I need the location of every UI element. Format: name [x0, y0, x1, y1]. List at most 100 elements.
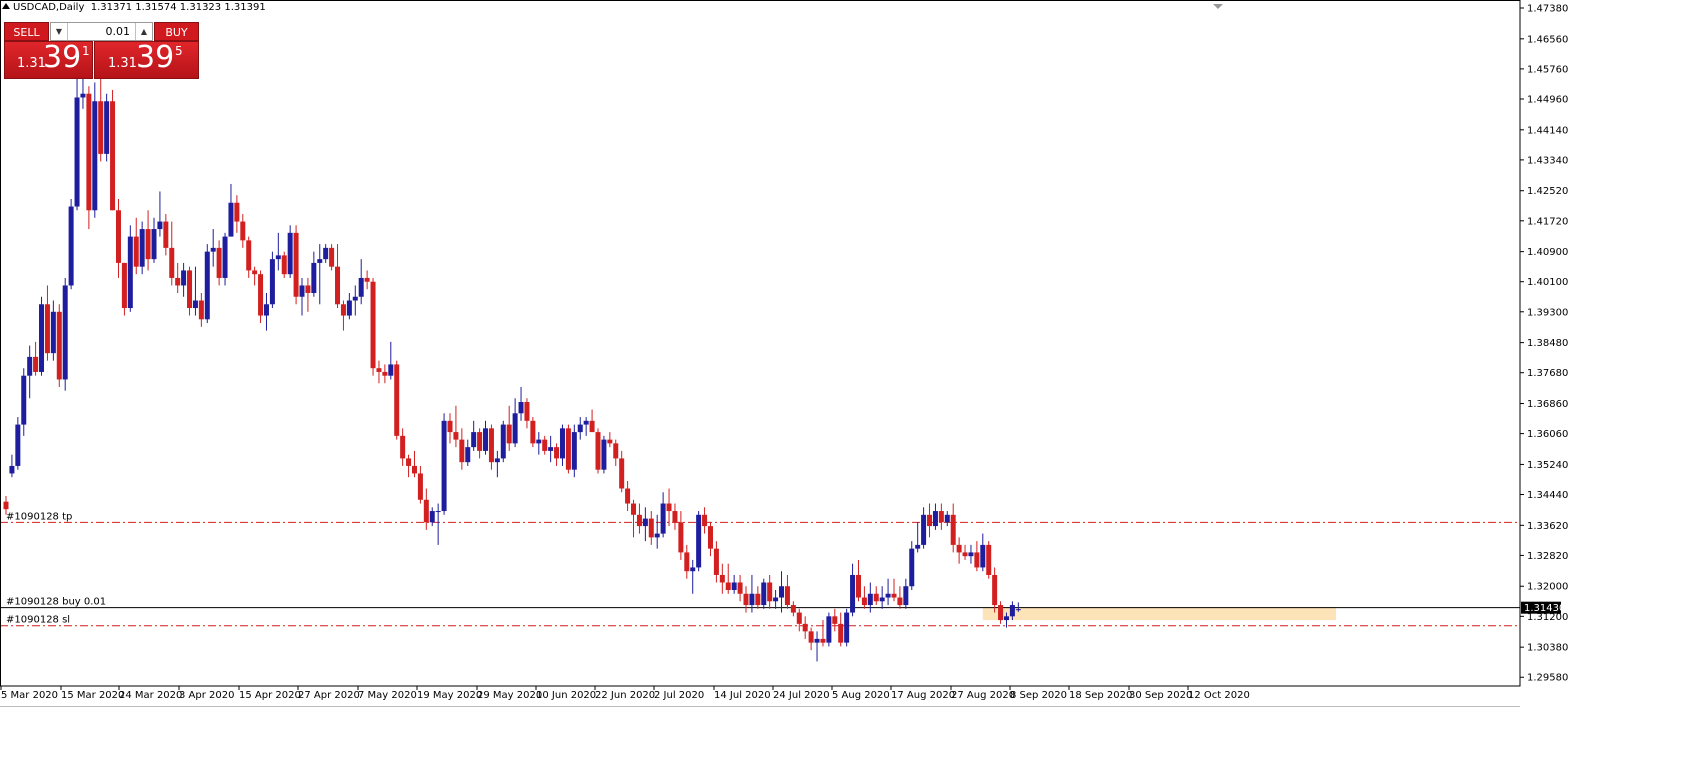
sell-price-box[interactable]: 1.31 39 1 [4, 40, 93, 79]
candle [927, 503, 933, 538]
candle [767, 574, 773, 609]
candle-body [382, 371, 388, 376]
candle-body [719, 574, 725, 583]
candle-body [524, 402, 530, 421]
candle [666, 488, 672, 527]
y-tick-label: 1.47380 [1527, 4, 1568, 15]
lot-decrease-icon[interactable]: ▼ [51, 23, 68, 40]
candle [938, 503, 944, 530]
candle [790, 601, 796, 617]
lot-size-stepper[interactable]: ▼ ▲ [50, 22, 153, 41]
candle [968, 544, 974, 564]
candle-body [921, 514, 927, 545]
candle [204, 244, 210, 324]
candle [21, 368, 27, 436]
candle-body [335, 266, 341, 305]
buy-price-pips: 39 [136, 40, 175, 75]
candle [690, 559, 696, 594]
candle [607, 432, 613, 448]
candle-body [631, 503, 637, 515]
candle [335, 244, 341, 309]
candle-body [163, 221, 169, 248]
candle-body [263, 304, 269, 316]
sell-price-prefix: 1.31 [17, 56, 46, 71]
candle [998, 601, 1004, 624]
x-tick-label: 14 Jul 2020 [714, 690, 771, 701]
candle [400, 428, 406, 466]
chart-shift-marker-icon[interactable] [1213, 4, 1223, 9]
candle-body [779, 586, 785, 598]
candle [98, 74, 104, 162]
candle-body [725, 582, 731, 591]
candle-body [654, 533, 660, 538]
candle-body [21, 375, 27, 425]
candle-body [181, 270, 187, 286]
x-tick-label: 10 Jun 2020 [536, 690, 596, 701]
candle [246, 236, 252, 278]
candle [459, 428, 465, 470]
candle-body [252, 270, 258, 275]
candle [779, 571, 785, 613]
candle [589, 409, 595, 433]
candle-body [258, 274, 264, 316]
candle-body [394, 364, 400, 436]
candle-body [500, 424, 506, 459]
candle-body [406, 458, 412, 466]
candle [725, 563, 731, 594]
x-tick-label: 5 Aug 2020 [832, 690, 890, 701]
candle-body [80, 93, 86, 98]
sell-button[interactable]: SELL [4, 22, 49, 41]
candle [518, 386, 524, 421]
candle [299, 277, 305, 316]
candle [329, 244, 335, 271]
candle-body [696, 514, 702, 568]
candle [169, 221, 175, 286]
buy-button[interactable]: BUY [154, 22, 199, 41]
candle [992, 567, 998, 613]
sell-price-fraction: 1 [82, 44, 90, 58]
candle-body [3, 501, 9, 510]
lot-size-input[interactable] [69, 23, 134, 40]
candle [198, 292, 204, 327]
x-tick-label: 2 Jul 2020 [654, 690, 704, 701]
candle-body [891, 593, 897, 598]
candle-body [411, 465, 417, 474]
candle [826, 612, 832, 647]
candle [388, 341, 394, 380]
candle [15, 417, 21, 470]
sl-order-label: #1090128 sl [6, 615, 70, 626]
candle-body [559, 428, 565, 459]
candle [258, 270, 264, 324]
candle [423, 488, 429, 530]
price-chart[interactable]: #1090128 tp#1090128 buy 0.01#1090128 sl … [0, 0, 1690, 765]
candle-body [565, 428, 571, 470]
candle-body [850, 574, 856, 613]
lot-increase-icon[interactable]: ▲ [135, 23, 152, 40]
candle [104, 93, 110, 162]
candle [287, 225, 293, 278]
candle [133, 217, 139, 275]
candle [435, 503, 441, 545]
candle [796, 608, 802, 632]
candle [648, 511, 654, 545]
candle [352, 285, 358, 316]
y-tick-label: 1.46560 [1527, 34, 1568, 45]
buy-order-label: #1090128 buy 0.01 [6, 597, 106, 608]
candle-body [897, 597, 903, 606]
buy-price-box[interactable]: 1.31 39 5 [94, 40, 199, 79]
candle [311, 251, 317, 297]
candle-body [441, 420, 447, 512]
candle [548, 435, 554, 463]
candle [275, 232, 281, 271]
x-tick-label: 19 May 2020 [417, 690, 482, 701]
candle [885, 578, 891, 606]
candle-body [702, 514, 708, 527]
candle [921, 507, 927, 549]
candle-body [151, 229, 157, 260]
candle [27, 345, 33, 399]
candle-body [86, 93, 92, 211]
y-tick-label: 1.29580 [1527, 673, 1568, 684]
candle [323, 244, 329, 263]
candle-body [962, 552, 968, 557]
candle-body [838, 623, 844, 643]
